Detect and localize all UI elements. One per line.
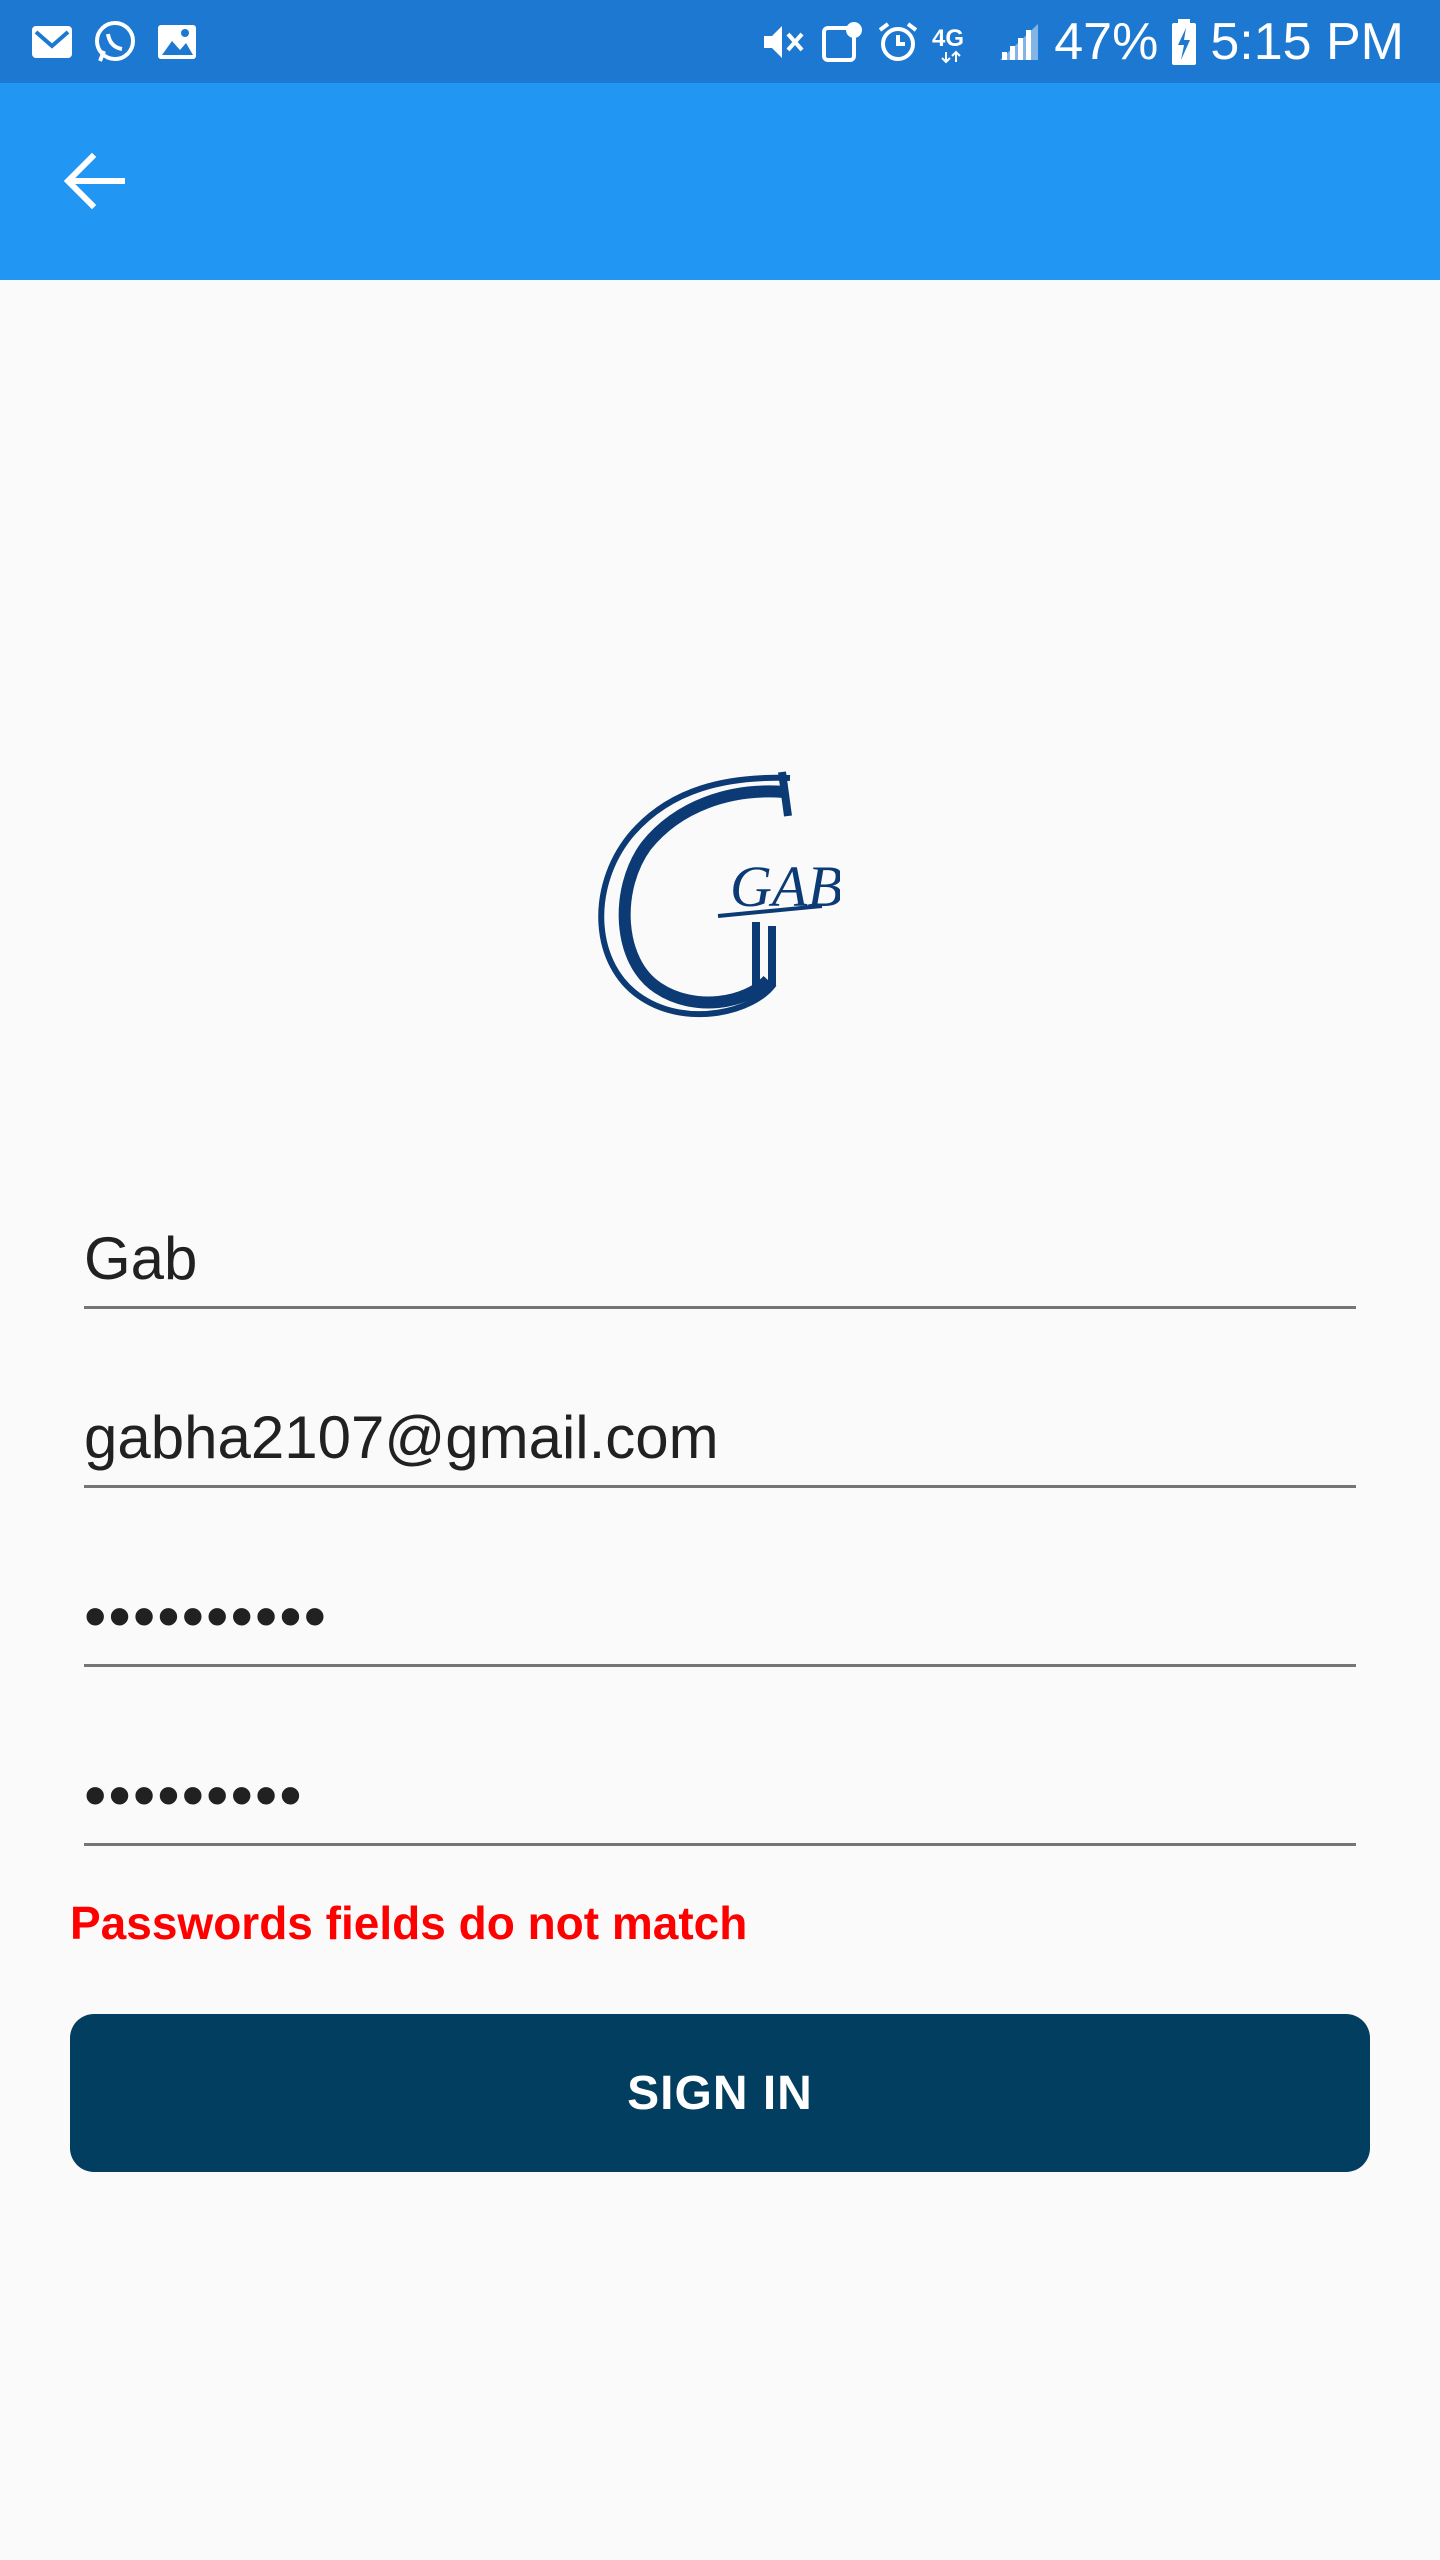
- email-field[interactable]: [84, 1385, 1356, 1488]
- password-field[interactable]: [84, 1564, 1356, 1667]
- alarm-icon: [876, 20, 920, 64]
- status-bar: 4G 47% 5:15 PM: [0, 0, 1440, 83]
- svg-text:GAB: GAB: [730, 854, 840, 919]
- svg-text:4G: 4G: [932, 25, 964, 52]
- email-input[interactable]: [84, 1397, 1356, 1477]
- back-button[interactable]: [52, 139, 136, 223]
- whatsapp-icon: [92, 19, 138, 65]
- gmail-icon: [30, 24, 74, 60]
- app-bar: [0, 83, 1440, 280]
- password-input[interactable]: [84, 1576, 1356, 1656]
- arrow-back-icon: [62, 151, 126, 211]
- battery-percentage: 47%: [1054, 13, 1159, 71]
- signal-icon: [998, 22, 1042, 62]
- password-mismatch-error: Passwords fields do not match: [70, 1897, 748, 1949]
- clock: 5:15 PM: [1210, 13, 1404, 71]
- network-4g-icon: 4G: [932, 20, 986, 64]
- volte-icon: [820, 20, 864, 64]
- name-input[interactable]: [84, 1218, 1356, 1298]
- mute-icon: [760, 20, 808, 64]
- battery-charging-icon: [1170, 18, 1198, 66]
- name-field[interactable]: [84, 1206, 1356, 1309]
- gallery-icon: [156, 23, 198, 61]
- sign-in-button[interactable]: SIGN IN: [70, 2014, 1370, 2172]
- status-bar-left: [30, 16, 198, 68]
- gab-logo: GAB: [578, 766, 843, 1022]
- confirm-password-input[interactable]: [84, 1755, 1356, 1835]
- confirm-password-field[interactable]: [84, 1743, 1356, 1846]
- status-bar-right: 4G 47% 5:15 PM: [760, 10, 1404, 74]
